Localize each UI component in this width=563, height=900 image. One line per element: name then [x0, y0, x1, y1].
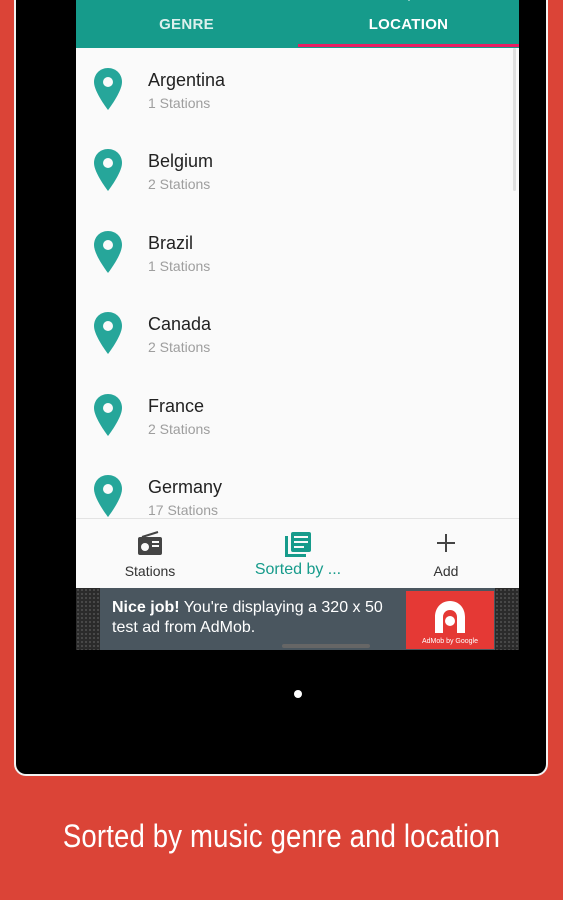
- map-pin-icon: [93, 230, 123, 278]
- ad-pattern-left: [76, 588, 100, 650]
- ad-content[interactable]: Nice job! You're displaying a 320 x 50 t…: [100, 588, 495, 650]
- tab-bar: GENRE LOCATION: [76, 0, 519, 48]
- station-count: 1 Stations: [148, 257, 211, 274]
- app-screen: GENRE LOCATION Argentina 1 Stations Belg…: [76, 0, 519, 650]
- location-list: Argentina 1 Stations Belgium 2 Stations …: [76, 48, 519, 518]
- ad-text: Nice job! You're displaying a 320 x 50 t…: [112, 598, 402, 638]
- location-name: Belgium: [148, 151, 214, 172]
- map-pin-icon: [93, 393, 123, 441]
- nav-stations-label: Stations: [124, 563, 176, 579]
- ad-pattern-right: [495, 588, 519, 650]
- bottom-nav: Stations Sorted by ... Add: [76, 518, 519, 589]
- location-name: Germany: [148, 476, 223, 497]
- map-pin-icon: [93, 68, 123, 115]
- location-name: France: [148, 395, 205, 416]
- admob-icon: [435, 601, 465, 633]
- list-item[interactable]: Canada 2 Stations: [76, 292, 519, 373]
- location-name: Canada: [148, 314, 212, 335]
- nav-sorted-by-label: Sorted by ...: [254, 561, 342, 578]
- tab-genre[interactable]: GENRE: [76, 0, 297, 48]
- device-home-dot: [294, 690, 302, 698]
- location-icon: [398, 0, 420, 7]
- station-count: 2 Stations: [148, 339, 211, 356]
- nav-add[interactable]: Add: [400, 519, 492, 589]
- ad-bold-text: Nice job!: [112, 599, 180, 616]
- tab-location-label: LOCATION: [368, 16, 449, 33]
- admob-logo-text: AdMob by Google: [421, 638, 479, 645]
- plus-icon: [434, 531, 458, 560]
- nav-add-label: Add: [433, 563, 459, 579]
- home-indicator: [282, 644, 370, 648]
- station-count: 17 Stations: [148, 501, 219, 518]
- list-item[interactable]: Belgium 2 Stations: [76, 129, 519, 210]
- tab-location[interactable]: LOCATION: [298, 0, 519, 48]
- location-name: Argentina: [148, 70, 226, 90]
- admob-logo[interactable]: AdMob by Google: [406, 591, 494, 649]
- radio-icon: [136, 531, 164, 562]
- map-pin-icon: [93, 149, 123, 196]
- tablet-frame: GENRE LOCATION Argentina 1 Stations Belg…: [16, 0, 546, 774]
- station-count: 1 Stations: [148, 95, 211, 111]
- list-scrollbar[interactable]: [513, 48, 516, 191]
- nav-stations[interactable]: Stations: [104, 519, 196, 589]
- nav-sorted-by[interactable]: Sorted by ...: [242, 519, 354, 589]
- station-count: 2 Stations: [148, 420, 211, 437]
- list-icon: [284, 531, 312, 564]
- tab-indicator: [298, 44, 519, 47]
- list-item[interactable]: Germany 17 Stations: [76, 455, 519, 518]
- list-item[interactable]: France 2 Stations: [76, 374, 519, 455]
- location-name: Brazil: [148, 232, 194, 253]
- promo-caption: Sorted by music genre and location: [62, 818, 501, 854]
- list-item[interactable]: Argentina 1 Stations: [76, 48, 519, 129]
- genre-icon: [175, 0, 199, 5]
- map-pin-icon: [93, 474, 123, 518]
- map-pin-icon: [93, 312, 123, 359]
- ad-banner[interactable]: Nice job! You're displaying a 320 x 50 t…: [76, 588, 519, 650]
- list-item[interactable]: Brazil 1 Stations: [76, 211, 519, 292]
- station-count: 2 Stations: [148, 176, 211, 193]
- tab-genre-label: GENRE: [159, 16, 214, 33]
